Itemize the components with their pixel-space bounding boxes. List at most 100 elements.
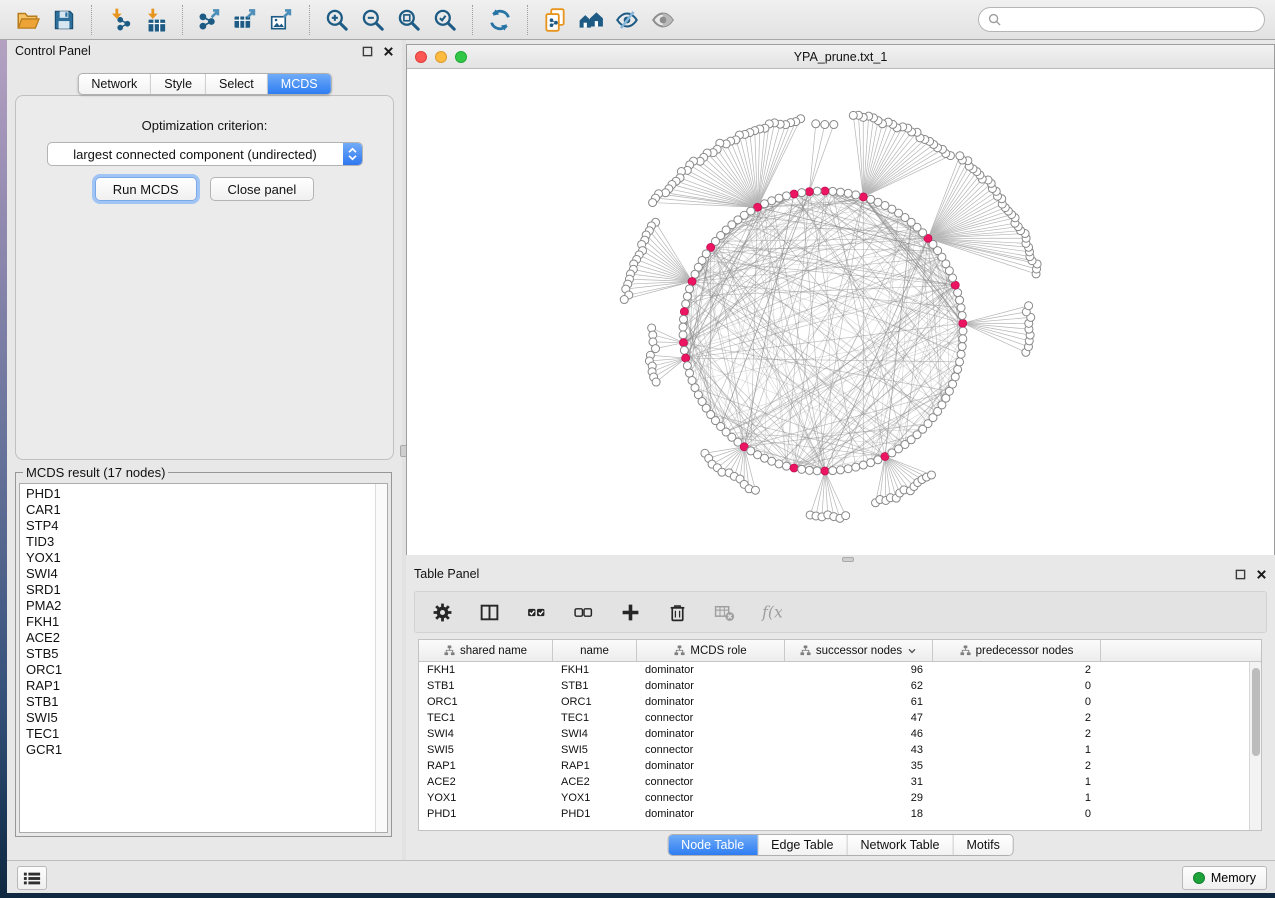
trash-button[interactable] <box>664 599 690 625</box>
graph-node[interactable] <box>849 111 857 119</box>
graph-node[interactable] <box>680 346 688 354</box>
graph-node[interactable] <box>812 120 820 128</box>
close-panel-icon[interactable] <box>1256 569 1267 580</box>
graph-node[interactable] <box>859 461 867 469</box>
mcds-result-item[interactable]: STB5 <box>26 646 375 662</box>
graph-node[interactable] <box>768 457 776 465</box>
graph-node[interactable] <box>951 373 959 381</box>
zoom-out-button[interactable] <box>355 4 391 36</box>
mcds-result-item[interactable]: GCR1 <box>26 742 375 758</box>
window-minimize-button[interactable] <box>435 51 447 63</box>
graph-node[interactable] <box>620 296 628 304</box>
graph-node[interactable] <box>836 188 844 196</box>
graph-node[interactable] <box>683 292 691 300</box>
table-row[interactable]: SWI4SWI4dominator462 <box>419 726 1249 742</box>
graph-node-selected[interactable] <box>821 467 829 475</box>
close-panel-icon[interactable] <box>383 46 394 57</box>
graph-node[interactable] <box>844 465 852 473</box>
graph-node[interactable] <box>927 471 935 479</box>
graph-node[interactable] <box>956 296 964 304</box>
network-graph[interactable] <box>407 69 1274 558</box>
graph-node[interactable] <box>959 335 967 343</box>
graph-node[interactable] <box>867 195 875 203</box>
graph-node[interactable] <box>813 467 821 475</box>
column-split-button[interactable] <box>476 599 502 625</box>
column-header-predecessor-nodes[interactable]: predecessor nodes <box>933 640 1101 661</box>
graph-node-selected[interactable] <box>805 188 813 196</box>
memory-button[interactable]: Memory <box>1182 866 1267 890</box>
graph-node[interactable] <box>842 512 850 520</box>
column-header-shared-name[interactable]: shared name <box>419 640 553 661</box>
graph-node[interactable] <box>829 467 837 475</box>
table-row[interactable]: TEC1TEC1connector472 <box>419 710 1249 726</box>
graph-node-selected[interactable] <box>959 319 967 327</box>
graph-node[interactable] <box>821 121 829 129</box>
graph-node[interactable] <box>958 343 966 351</box>
graph-node[interactable] <box>957 304 965 312</box>
tab-edge-table[interactable]: Edge Table <box>758 835 847 855</box>
float-panel-icon[interactable] <box>1235 569 1246 580</box>
graph-node[interactable] <box>813 187 821 195</box>
graph-node[interactable] <box>649 199 657 207</box>
graph-node[interactable] <box>1025 302 1033 310</box>
graph-node-selected[interactable] <box>859 193 867 201</box>
graph-node[interactable] <box>956 152 964 160</box>
optimization-criterion-select[interactable]: largest connected component (undirected) <box>47 142 363 166</box>
window-maximize-button[interactable] <box>455 51 467 63</box>
mcds-result-item[interactable]: PHD1 <box>26 486 375 502</box>
tab-network-table[interactable]: Network Table <box>848 835 954 855</box>
export-network-button[interactable] <box>192 4 228 36</box>
graph-node[interactable] <box>798 189 806 197</box>
graph-node[interactable] <box>830 121 838 129</box>
table-row[interactable]: FKH1FKH1dominator962 <box>419 662 1249 678</box>
refresh-button[interactable] <box>482 4 518 36</box>
graph-node[interactable] <box>679 323 687 331</box>
graph-node[interactable] <box>652 378 660 386</box>
export-table-button[interactable] <box>228 4 264 36</box>
graph-node[interactable] <box>782 192 790 200</box>
graph-node[interactable] <box>679 331 687 339</box>
add-row-button[interactable] <box>617 599 643 625</box>
unselect-all-button[interactable] <box>570 599 596 625</box>
zoom-selected-button[interactable] <box>427 4 463 36</box>
graph-node-selected[interactable] <box>679 339 687 347</box>
mcds-result-item[interactable]: SRD1 <box>26 582 375 598</box>
mcds-result-item[interactable]: RAP1 <box>26 678 375 694</box>
graph-node-selected[interactable] <box>821 187 829 195</box>
graph-node-selected[interactable] <box>680 308 688 316</box>
graph-node[interactable] <box>775 194 783 202</box>
open-file-button[interactable] <box>10 4 46 36</box>
tab-node-table[interactable]: Node Table <box>668 835 758 855</box>
scrollbar-thumb[interactable] <box>1252 668 1260 756</box>
graph-node[interactable] <box>775 460 783 468</box>
mcds-result-item[interactable]: FKH1 <box>26 614 375 630</box>
tab-mcds[interactable]: MCDS <box>268 74 331 94</box>
graph-node[interactable] <box>683 362 691 370</box>
export-image-button[interactable] <box>264 4 300 36</box>
mcds-result-item[interactable]: SWI4 <box>26 566 375 582</box>
graph-node[interactable] <box>852 463 860 471</box>
graph-node[interactable] <box>959 327 967 335</box>
tab-motifs[interactable]: Motifs <box>953 835 1012 855</box>
close-panel-button[interactable]: Close panel <box>210 177 315 201</box>
graph-node[interactable] <box>751 486 759 494</box>
mcds-result-item[interactable]: STP4 <box>26 518 375 534</box>
window-close-button[interactable] <box>415 51 427 63</box>
graph-node-selected[interactable] <box>790 190 798 198</box>
tab-network[interactable]: Network <box>78 74 151 94</box>
graph-node-selected[interactable] <box>790 464 798 472</box>
float-panel-icon[interactable] <box>362 46 373 57</box>
table-scrollbar[interactable] <box>1249 662 1261 830</box>
graph-node[interactable] <box>954 365 962 373</box>
mcds-result-item[interactable]: SWI5 <box>26 710 375 726</box>
gear-button[interactable] <box>429 599 455 625</box>
splitter-grip[interactable] <box>842 557 854 562</box>
import-table-button[interactable] <box>137 4 173 36</box>
table-row[interactable]: YOX1YOX1connector291 <box>419 790 1249 806</box>
graph-node[interactable] <box>844 189 852 197</box>
column-header-MCDS-role[interactable]: MCDS role <box>637 640 785 661</box>
mcds-result-item[interactable]: ACE2 <box>26 630 375 646</box>
column-header-name[interactable]: name <box>553 640 637 661</box>
table-row[interactable]: SWI5SWI5connector431 <box>419 742 1249 758</box>
column-header-successor-nodes[interactable]: successor nodes <box>785 640 933 661</box>
